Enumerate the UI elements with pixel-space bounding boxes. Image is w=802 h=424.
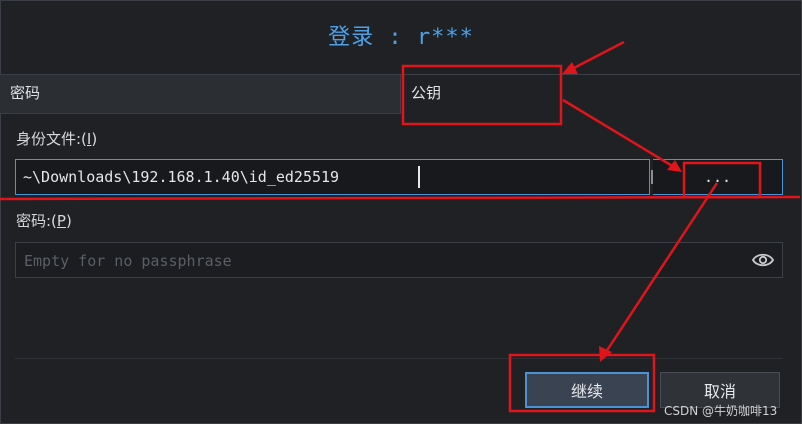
identity-file-value: ~\Downloads\192.168.1.40\id_ed25519 — [23, 168, 340, 186]
csdn-watermark: CSDN @牛奶咖啡13 — [664, 404, 778, 418]
dialog-title: 登录 : r*** — [328, 25, 474, 50]
tab-public-key-label: 公钥 — [411, 84, 442, 102]
browse-button[interactable]: ... — [653, 159, 783, 195]
eye-icon[interactable] — [752, 251, 774, 269]
passphrase-field[interactable] — [15, 242, 783, 279]
footer-divider — [15, 358, 783, 359]
passphrase-mnemonic: P — [56, 212, 66, 230]
passphrase-label: 密码:(P) — [16, 212, 72, 230]
identity-file-input[interactable]: ~\Downloads\192.168.1.40\id_ed25519 — [15, 159, 650, 195]
tab-password-label: 密码 — [10, 84, 41, 102]
text-caret — [418, 166, 420, 188]
tab-public-key[interactable]: 公钥 — [400, 75, 800, 114]
cancel-button-label: 取消 — [703, 382, 736, 401]
tab-password[interactable]: 密码 — [0, 75, 400, 113]
passphrase-input[interactable] — [16, 243, 746, 279]
continue-button-label: 继续 — [570, 382, 603, 401]
dialog-title-row: 登录 : r*** — [0, 0, 802, 70]
continue-button[interactable]: 继续 — [525, 372, 649, 408]
browse-button-label: ... — [703, 168, 732, 186]
identity-file-label: 身份文件:(I) — [16, 130, 98, 148]
auth-tabs: 密码 公钥 — [0, 74, 800, 114]
